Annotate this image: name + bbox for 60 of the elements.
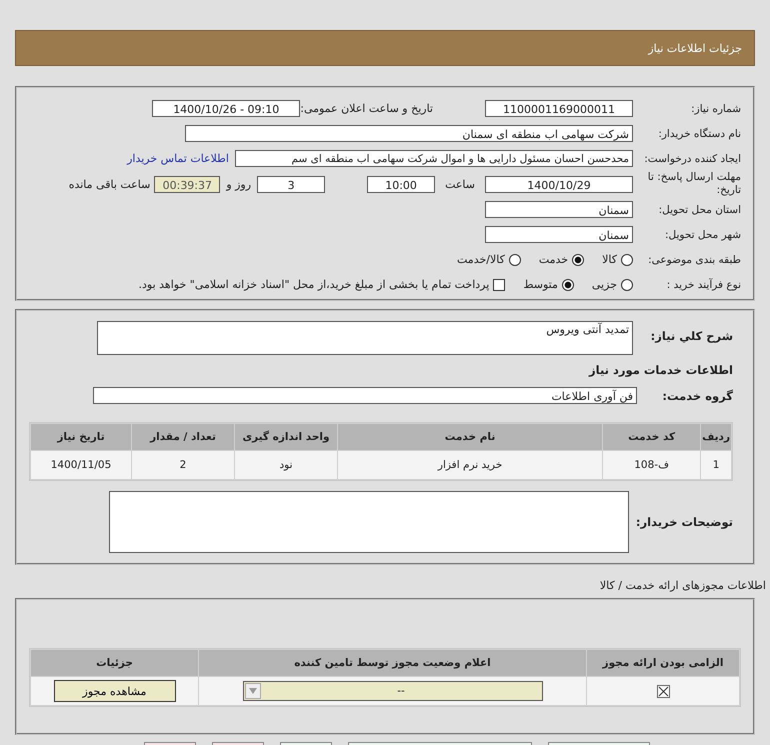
- checkbox[interactable]: [493, 278, 506, 290]
- field-label: شرح کلي نياز:: [650, 329, 733, 343]
- radio-label: متوسط: [523, 278, 558, 291]
- requester-field: محدحسن احسان مسئول دارایی ها و اموال شرکت سهامی اب منطقه ای سم: [235, 150, 633, 167]
- field-label: طبقه بندی موضوعی:: [647, 254, 741, 266]
- section-title: اطلاعات مجوزهای ارائه خدمت / کالا: [598, 579, 767, 592]
- radio-label: کالا/خدمت: [457, 253, 505, 266]
- page-title: جزئیات اطلاعات نیاز: [648, 42, 742, 54]
- service-group-field: فن آوری اطلاعات: [93, 387, 637, 404]
- field-label: ساعت: [445, 178, 475, 190]
- view-license-button[interactable]: مشاهده مجوز: [54, 680, 176, 702]
- table-cell: 2: [132, 451, 234, 479]
- field-label: گروه خدمت:: [661, 388, 733, 402]
- radio-button[interactable]: [508, 254, 521, 266]
- field-label: شماره نیاز:: [690, 102, 741, 114]
- radio-button[interactable]: [562, 278, 574, 290]
- need-number-field: 1100001169000011: [485, 100, 633, 117]
- field-label: شهر محل تحویل:: [664, 228, 741, 240]
- radio-label: کالا: [602, 253, 617, 266]
- announce-date-field: 1400/10/26 - 09:10: [152, 100, 300, 117]
- column-header: تاریخ نیاز: [31, 424, 131, 450]
- table-cell: 1400/11/05: [31, 451, 131, 479]
- field-label: توضیحات خریدار:: [637, 515, 733, 529]
- field-label: تاریخ و ساعت اعلان عمومی:: [300, 102, 433, 115]
- city-field: سمنان: [485, 226, 633, 243]
- table-cell: 1: [701, 451, 731, 479]
- field-label: نوع فرآیند خرید :: [666, 278, 741, 290]
- radio-button[interactable]: [621, 278, 633, 290]
- table-cell: ف-108: [603, 451, 700, 479]
- description-field: تمدید آنتی ویروس: [97, 321, 633, 355]
- table-cell: نود: [235, 451, 337, 479]
- table-cell: خرید نرم افزار: [338, 451, 602, 479]
- field-label: استان محل تحویل:: [658, 204, 741, 216]
- column-header: جزئیات: [31, 650, 198, 676]
- column-header: ردیف: [701, 424, 731, 450]
- radio-label: خدمت: [538, 253, 568, 266]
- radio-button[interactable]: [621, 254, 633, 266]
- column-header: تعداد / مقدار: [132, 424, 234, 450]
- remaining-time-field: 00:39:37: [154, 176, 220, 192]
- deadline-date-field: 1400/10/29: [485, 176, 633, 192]
- checkbox-label: پرداخت تمام یا بخشی از مبلغ خرید،از محل "اسناد خزانه اسلامی" خواهد بود.: [138, 278, 490, 291]
- column-header: اعلام وضعیت مجوز توسط تامین کننده: [199, 650, 586, 676]
- buyer-contact-link[interactable]: اطلاعات تماس خریدار: [127, 152, 229, 165]
- field-label: روز و: [226, 178, 252, 190]
- column-header: واحد اندازه گیری: [235, 424, 337, 450]
- deadline-time-field: 10:00: [367, 176, 436, 192]
- buyer-org-field: شرکت سهامی اب منطقه ای سمنان: [185, 125, 633, 142]
- status-dropdown[interactable]: --: [242, 681, 542, 701]
- field-label: نام دستگاه خریدار:: [657, 128, 741, 140]
- column-header: الزامی بودن ارائه مجوز: [587, 650, 739, 676]
- column-header: کد خدمت: [603, 424, 700, 450]
- section-title: اطلاعات خدمات مورد نیاز: [588, 363, 733, 377]
- radio-label: جزیی: [592, 278, 617, 291]
- radio-button[interactable]: [572, 254, 584, 266]
- column-header: نام خدمت: [338, 424, 602, 450]
- field-label: ایجاد کننده درخواست:: [643, 152, 741, 164]
- province-field: سمنان: [485, 201, 633, 218]
- days-field: 3: [257, 176, 326, 192]
- field-label: مهلت ارسال پاسخ: تا تاریخ:: [646, 171, 741, 197]
- field-label: ساعت باقی مانده: [68, 178, 150, 190]
